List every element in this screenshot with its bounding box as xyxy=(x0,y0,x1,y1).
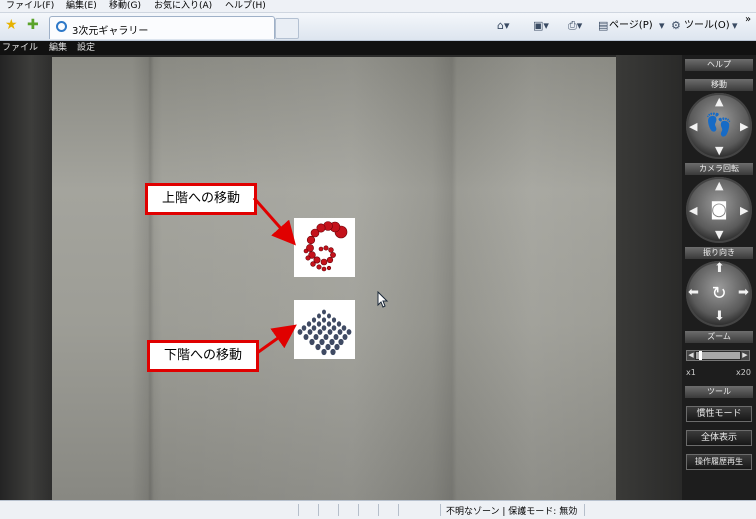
control-panel: ヘルプ 移動 ▲ ▼ ◀ ▶ 👣 カメラ回転 ▲ ▼ ◀ ▶ ◙ 振り向き ⬆ … xyxy=(682,55,756,500)
zoom-min-label: x1 xyxy=(686,368,696,377)
show-all-button[interactable]: 全体表示 xyxy=(686,430,752,446)
tools-header: ツール xyxy=(685,386,753,398)
status-zone-text: 不明なゾーン | 保護モード: 無効 xyxy=(446,507,578,517)
callout-arrows xyxy=(252,197,297,355)
help-header[interactable]: ヘルプ xyxy=(685,59,753,71)
zoom-out-arrow-icon[interactable]: ◀ xyxy=(687,351,695,360)
status-separator xyxy=(378,504,379,516)
camera-rotate-pad[interactable]: ▲ ▼ ◀ ▶ ◙ xyxy=(686,177,752,243)
camera-rotate-header: カメラ回転 xyxy=(685,163,753,175)
move-header: 移動 xyxy=(685,79,753,91)
status-separator xyxy=(584,504,585,516)
inertia-mode-button[interactable]: 慣性モード xyxy=(686,406,752,422)
zoom-thumb[interactable] xyxy=(699,351,702,360)
status-separator xyxy=(338,504,339,516)
replay-history-button[interactable]: 操作履歴再生 xyxy=(686,454,752,470)
status-separator xyxy=(440,504,441,516)
arrow-down-pointer xyxy=(256,324,297,355)
turn-header: 振り向き xyxy=(685,247,753,259)
move-pad[interactable]: ▲ ▼ ◀ ▶ 👣 xyxy=(686,93,752,159)
footprints-icon: 👣 xyxy=(705,113,733,138)
u-turn-icon: ↻ xyxy=(711,283,727,304)
turn-pad[interactable]: ⬆ ⬇ ⬅ ➡ ↻ xyxy=(686,261,752,327)
status-separator xyxy=(318,504,319,516)
status-separator xyxy=(358,504,359,516)
status-bar: 不明なゾーン | 保護モード: 無効 xyxy=(0,500,756,519)
status-separator xyxy=(398,504,399,516)
zoom-track[interactable] xyxy=(696,352,740,359)
zoom-in-arrow-icon[interactable]: ▶ xyxy=(741,351,749,360)
arrow-up-pointer xyxy=(252,197,296,246)
zoom-max-label: x20 xyxy=(736,368,751,377)
mouse-cursor-icon xyxy=(377,291,389,308)
status-separator xyxy=(298,504,299,516)
zoom-header: ズーム xyxy=(685,331,753,343)
camera-icon: ◙ xyxy=(710,199,728,220)
zoom-slider[interactable]: ◀ ▶ xyxy=(686,350,750,361)
